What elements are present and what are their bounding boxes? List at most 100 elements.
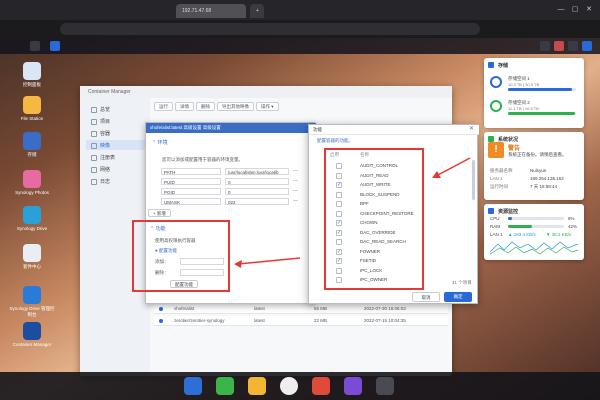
app-icon[interactable] (248, 377, 266, 395)
capability-row[interactable]: ✓ CHOWN (330, 219, 420, 228)
sidebar-item[interactable]: 总览 (86, 104, 146, 114)
desktop-icon[interactable]: Synology Drive 管理控制台 (8, 286, 56, 318)
sidebar-item[interactable]: 项目 (86, 116, 146, 126)
env-key-field[interactable]: PGID (161, 188, 221, 195)
checkbox[interactable] (336, 210, 342, 217)
checkbox[interactable] (336, 267, 342, 274)
ram-value: 42% (568, 224, 578, 229)
table-row[interactable]: zerotier/zerotier-synology latest 22 MB 202… (154, 316, 448, 326)
capability-row[interactable]: ✓ FOWNER (330, 248, 420, 257)
app-icon[interactable] (312, 377, 330, 395)
desktop-icon[interactable]: 控制面板 (8, 62, 56, 88)
add-capabilities-field[interactable] (180, 258, 224, 265)
container-manager-task-icon[interactable] (50, 41, 60, 51)
storage-widget: 存储 (484, 58, 584, 128)
desktop-icon[interactable]: 存储 (8, 132, 56, 158)
sidebar-item[interactable]: 日志 (86, 176, 146, 186)
app-icon[interactable] (184, 377, 202, 395)
sidebar-item[interactable]: 注册表 (86, 152, 146, 162)
main-menu-icon[interactable] (30, 41, 40, 51)
env-value-field[interactable]: 0 (225, 178, 289, 185)
checkbox[interactable] (336, 191, 342, 198)
toolbar-button[interactable]: 详情 (175, 102, 194, 111)
delete-icon[interactable]: — (293, 168, 299, 175)
env-key-field[interactable]: PATH (161, 168, 221, 175)
app-icon[interactable] (376, 377, 394, 395)
remove-capabilities-field[interactable] (180, 269, 224, 276)
env-key-field[interactable]: UMASK (161, 198, 221, 205)
minimize-button[interactable]: — (556, 6, 566, 14)
checkbox[interactable]: ✓ (336, 182, 342, 188)
checkbox[interactable] (336, 201, 342, 207)
desktop-icon[interactable]: 套件中心 (8, 244, 56, 270)
env-value-field[interactable]: 022 (225, 198, 289, 205)
sidebar-item[interactable]: 映像 (86, 140, 146, 150)
capability-row[interactable]: ✓ FSETID (330, 257, 420, 266)
sidebar-item[interactable]: 容器 (86, 128, 146, 138)
section-environment[interactable]: ⌃ 环境 (152, 139, 168, 146)
capability-row[interactable]: ✓ AUDIT_WRITE (330, 181, 420, 190)
env-key-field[interactable]: PUID (161, 178, 221, 185)
checkbox[interactable]: ✓ (336, 229, 342, 236)
checkbox[interactable] (336, 277, 342, 283)
ok-button[interactable]: 确定 (444, 292, 472, 302)
capability-row[interactable]: BLOCK_SUSPEND (330, 191, 420, 200)
desktop-icon[interactable]: Synology Photos (8, 170, 56, 195)
close-icon[interactable]: ✕ (469, 125, 474, 132)
desktop-icon[interactable]: Container Manager (8, 322, 56, 347)
desktop-icon[interactable]: File Station (8, 96, 56, 121)
close-window-button[interactable]: ✕ (584, 6, 594, 14)
add-env-button[interactable]: + 新增 (148, 209, 171, 217)
browser-tab[interactable]: 192.71.47.68 (176, 4, 246, 18)
checkbox[interactable]: ✓ (336, 248, 342, 255)
checkbox[interactable] (336, 172, 342, 179)
delete-icon[interactable]: — (293, 178, 299, 185)
capability-row[interactable]: IPC_LOCK (330, 267, 420, 276)
section-function[interactable]: ⌃ 功能 (150, 225, 166, 232)
capability-row[interactable]: ✓ DAC_OVERRIDE (330, 229, 420, 238)
capability-row[interactable]: AUDIT_CONTROL (330, 162, 420, 171)
configure-capabilities-button[interactable]: 配置功能 (170, 280, 198, 288)
capability-row[interactable]: IPC_OWNER (330, 276, 420, 285)
toolbar-button[interactable]: 导出其他映像 (217, 102, 254, 111)
toolbar-button[interactable]: 运行 (154, 102, 173, 111)
new-tab-button[interactable]: + (250, 4, 264, 18)
table-cell: xhofe/alist (174, 306, 195, 311)
notification-icon[interactable] (540, 41, 550, 51)
desktop-icon[interactable]: Synology Drive (8, 206, 56, 231)
app-icon[interactable] (344, 377, 362, 395)
user-icon[interactable] (554, 41, 564, 51)
env-value-field[interactable]: /usr/local/sbin:/usr/local/b (225, 168, 289, 175)
checkbox[interactable] (336, 163, 342, 169)
search-icon[interactable] (568, 41, 578, 51)
capability-row[interactable]: BPF (330, 200, 420, 209)
capability-name: CHECKPOINT_RESTORE (360, 210, 414, 216)
capability-row[interactable]: DAC_READ_SEARCH (330, 238, 420, 247)
env-value-field[interactable]: 0 (225, 188, 289, 195)
privileged-option[interactable]: 使用高权限执行容器 (155, 238, 196, 244)
address-bar[interactable] (60, 23, 480, 35)
capability-row[interactable]: AUDIT_READ (330, 172, 420, 181)
cpu-bar-fill (508, 217, 513, 220)
browser-icon[interactable] (280, 377, 298, 395)
checkbox[interactable] (336, 239, 342, 245)
column-enable[interactable]: 启用 (330, 152, 339, 158)
desktop-icon-label: Synology Photos (15, 190, 49, 195)
checkbox[interactable]: ✓ (336, 258, 342, 264)
sidebar-item[interactable]: 网络 (86, 164, 146, 174)
configure-capabilities-option[interactable]: ● 配置功能 (155, 248, 177, 254)
widgets-icon[interactable] (582, 41, 592, 51)
maximize-button[interactable]: ▢ (570, 6, 580, 14)
scrollbar[interactable] (472, 160, 475, 200)
usage-bar (508, 112, 576, 115)
toolbar-button[interactable]: 操作 ▾ (256, 102, 279, 111)
column-name[interactable]: 名称 (360, 152, 369, 158)
table-row[interactable]: xhofe/alist latest 56 MB 2022-07-30 16:06:0… (154, 304, 448, 314)
delete-icon[interactable]: — (293, 188, 299, 195)
toolbar-button[interactable]: 删除 (196, 102, 215, 111)
checkbox[interactable]: ✓ (336, 220, 342, 226)
app-icon[interactable] (216, 377, 234, 395)
cancel-button[interactable]: 取消 (412, 292, 440, 302)
delete-icon[interactable]: — (293, 198, 299, 205)
capability-row[interactable]: CHECKPOINT_RESTORE (330, 210, 420, 219)
